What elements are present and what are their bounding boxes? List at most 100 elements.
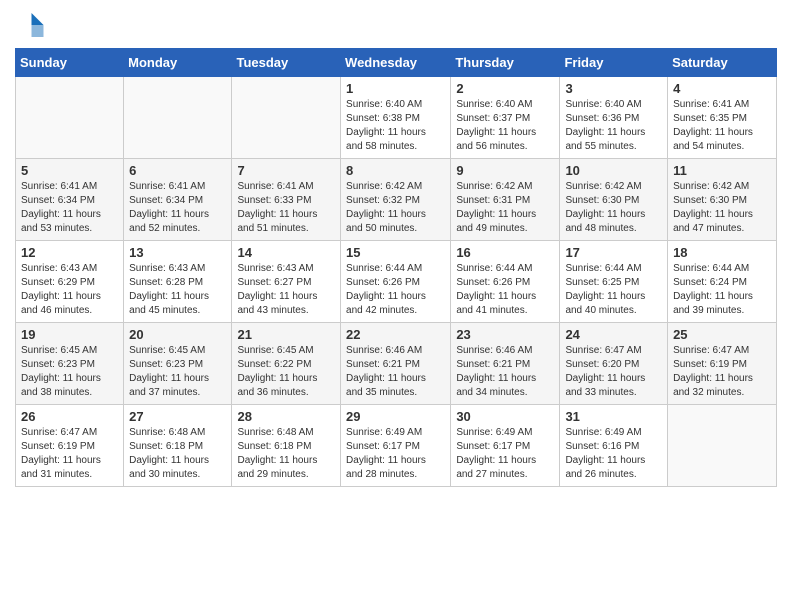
calendar-cell: 7 Sunrise: 6:41 AM Sunset: 6:33 PM Daylig… bbox=[232, 159, 341, 241]
calendar-cell: 5 Sunrise: 6:41 AM Sunset: 6:34 PM Daylig… bbox=[16, 159, 124, 241]
weekday-header-row: SundayMondayTuesdayWednesdayThursdayFrid… bbox=[16, 49, 777, 77]
day-info: Sunrise: 6:45 AM Sunset: 6:22 PM Dayligh… bbox=[237, 344, 335, 400]
logo bbox=[15, 10, 49, 40]
day-number: 10 bbox=[565, 163, 662, 178]
day-number: 7 bbox=[237, 163, 335, 178]
day-number: 17 bbox=[565, 245, 662, 260]
day-number: 26 bbox=[21, 409, 118, 424]
day-number: 5 bbox=[21, 163, 118, 178]
day-info: Sunrise: 6:49 AM Sunset: 6:16 PM Dayligh… bbox=[565, 426, 662, 482]
day-info: Sunrise: 6:46 AM Sunset: 6:21 PM Dayligh… bbox=[346, 344, 445, 400]
day-number: 1 bbox=[346, 81, 445, 96]
day-info: Sunrise: 6:42 AM Sunset: 6:32 PM Dayligh… bbox=[346, 180, 445, 236]
day-info: Sunrise: 6:48 AM Sunset: 6:18 PM Dayligh… bbox=[129, 426, 226, 482]
day-number: 19 bbox=[21, 327, 118, 342]
day-info: Sunrise: 6:41 AM Sunset: 6:33 PM Dayligh… bbox=[237, 180, 335, 236]
calendar-cell: 12 Sunrise: 6:43 AM Sunset: 6:29 PM Dayli… bbox=[16, 241, 124, 323]
day-info: Sunrise: 6:47 AM Sunset: 6:19 PM Dayligh… bbox=[21, 426, 118, 482]
week-row-5: 26 Sunrise: 6:47 AM Sunset: 6:19 PM Dayli… bbox=[16, 405, 777, 487]
calendar-cell bbox=[668, 405, 777, 487]
logo-icon bbox=[15, 10, 45, 40]
calendar-cell: 14 Sunrise: 6:43 AM Sunset: 6:27 PM Dayli… bbox=[232, 241, 341, 323]
day-info: Sunrise: 6:41 AM Sunset: 6:34 PM Dayligh… bbox=[21, 180, 118, 236]
calendar-cell: 25 Sunrise: 6:47 AM Sunset: 6:19 PM Dayli… bbox=[668, 323, 777, 405]
calendar-cell: 2Sunrise: 6:40 AM Sunset: 6:37 PM Daylig… bbox=[451, 77, 560, 159]
calendar-cell: 20Sunrise: 6:45 AM Sunset: 6:23 PM Dayli… bbox=[124, 323, 232, 405]
calendar-cell: 28 Sunrise: 6:48 AM Sunset: 6:18 PM Dayli… bbox=[232, 405, 341, 487]
day-number: 13 bbox=[129, 245, 226, 260]
day-info: Sunrise: 6:49 AM Sunset: 6:17 PM Dayligh… bbox=[346, 426, 445, 482]
day-number: 28 bbox=[237, 409, 335, 424]
calendar-cell: 8 Sunrise: 6:42 AM Sunset: 6:32 PM Daylig… bbox=[341, 159, 451, 241]
calendar-cell: 23Sunrise: 6:46 AM Sunset: 6:21 PM Dayli… bbox=[451, 323, 560, 405]
day-number: 24 bbox=[565, 327, 662, 342]
day-number: 18 bbox=[673, 245, 771, 260]
day-number: 22 bbox=[346, 327, 445, 342]
weekday-header-wednesday: Wednesday bbox=[341, 49, 451, 77]
calendar-cell: 17Sunrise: 6:44 AM Sunset: 6:25 PM Dayli… bbox=[560, 241, 668, 323]
calendar-cell: 10 Sunrise: 6:42 AM Sunset: 6:30 PM Dayli… bbox=[560, 159, 668, 241]
day-number: 9 bbox=[456, 163, 554, 178]
day-number: 16 bbox=[456, 245, 554, 260]
day-number: 21 bbox=[237, 327, 335, 342]
calendar-cell: 22 Sunrise: 6:46 AM Sunset: 6:21 PM Dayli… bbox=[341, 323, 451, 405]
calendar-cell: 1 Sunrise: 6:40 AM Sunset: 6:38 PM Daylig… bbox=[341, 77, 451, 159]
day-number: 31 bbox=[565, 409, 662, 424]
day-info: Sunrise: 6:45 AM Sunset: 6:23 PM Dayligh… bbox=[21, 344, 118, 400]
weekday-header-sunday: Sunday bbox=[16, 49, 124, 77]
calendar-cell: 26 Sunrise: 6:47 AM Sunset: 6:19 PM Dayli… bbox=[16, 405, 124, 487]
day-info: Sunrise: 6:42 AM Sunset: 6:30 PM Dayligh… bbox=[673, 180, 771, 236]
week-row-1: 1 Sunrise: 6:40 AM Sunset: 6:38 PM Daylig… bbox=[16, 77, 777, 159]
day-info: Sunrise: 6:47 AM Sunset: 6:20 PM Dayligh… bbox=[565, 344, 662, 400]
day-info: Sunrise: 6:40 AM Sunset: 6:38 PM Dayligh… bbox=[346, 98, 445, 154]
day-info: Sunrise: 6:42 AM Sunset: 6:30 PM Dayligh… bbox=[565, 180, 662, 236]
calendar-cell: 9Sunrise: 6:42 AM Sunset: 6:31 PM Daylig… bbox=[451, 159, 560, 241]
day-info: Sunrise: 6:43 AM Sunset: 6:29 PM Dayligh… bbox=[21, 262, 118, 318]
calendar-cell: 4 Sunrise: 6:41 AM Sunset: 6:35 PM Daylig… bbox=[668, 77, 777, 159]
calendar-cell: 16Sunrise: 6:44 AM Sunset: 6:26 PM Dayli… bbox=[451, 241, 560, 323]
day-number: 30 bbox=[456, 409, 554, 424]
week-row-4: 19 Sunrise: 6:45 AM Sunset: 6:23 PM Dayli… bbox=[16, 323, 777, 405]
week-row-2: 5 Sunrise: 6:41 AM Sunset: 6:34 PM Daylig… bbox=[16, 159, 777, 241]
header bbox=[15, 10, 777, 40]
day-number: 2 bbox=[456, 81, 554, 96]
day-info: Sunrise: 6:48 AM Sunset: 6:18 PM Dayligh… bbox=[237, 426, 335, 482]
day-number: 12 bbox=[21, 245, 118, 260]
calendar-cell bbox=[124, 77, 232, 159]
calendar-cell: 6Sunrise: 6:41 AM Sunset: 6:34 PM Daylig… bbox=[124, 159, 232, 241]
calendar-cell: 19 Sunrise: 6:45 AM Sunset: 6:23 PM Dayli… bbox=[16, 323, 124, 405]
calendar-cell bbox=[16, 77, 124, 159]
calendar-cell: 3 Sunrise: 6:40 AM Sunset: 6:36 PM Daylig… bbox=[560, 77, 668, 159]
day-number: 25 bbox=[673, 327, 771, 342]
day-info: Sunrise: 6:41 AM Sunset: 6:35 PM Dayligh… bbox=[673, 98, 771, 154]
weekday-header-thursday: Thursday bbox=[451, 49, 560, 77]
day-info: Sunrise: 6:49 AM Sunset: 6:17 PM Dayligh… bbox=[456, 426, 554, 482]
day-info: Sunrise: 6:43 AM Sunset: 6:28 PM Dayligh… bbox=[129, 262, 226, 318]
day-info: Sunrise: 6:43 AM Sunset: 6:27 PM Dayligh… bbox=[237, 262, 335, 318]
calendar-cell: 30 Sunrise: 6:49 AM Sunset: 6:17 PM Dayli… bbox=[451, 405, 560, 487]
day-number: 27 bbox=[129, 409, 226, 424]
day-number: 20 bbox=[129, 327, 226, 342]
calendar-cell: 29Sunrise: 6:49 AM Sunset: 6:17 PM Dayli… bbox=[341, 405, 451, 487]
day-info: Sunrise: 6:47 AM Sunset: 6:19 PM Dayligh… bbox=[673, 344, 771, 400]
day-number: 4 bbox=[673, 81, 771, 96]
day-number: 8 bbox=[346, 163, 445, 178]
day-number: 11 bbox=[673, 163, 771, 178]
calendar-cell: 13 Sunrise: 6:43 AM Sunset: 6:28 PM Dayli… bbox=[124, 241, 232, 323]
page-container: SundayMondayTuesdayWednesdayThursdayFrid… bbox=[0, 0, 792, 502]
calendar-cell: 24 Sunrise: 6:47 AM Sunset: 6:20 PM Dayli… bbox=[560, 323, 668, 405]
calendar-cell: 27 Sunrise: 6:48 AM Sunset: 6:18 PM Dayli… bbox=[124, 405, 232, 487]
day-number: 3 bbox=[565, 81, 662, 96]
weekday-header-tuesday: Tuesday bbox=[232, 49, 341, 77]
calendar-cell: 21 Sunrise: 6:45 AM Sunset: 6:22 PM Dayli… bbox=[232, 323, 341, 405]
weekday-header-saturday: Saturday bbox=[668, 49, 777, 77]
day-number: 6 bbox=[129, 163, 226, 178]
calendar-cell: 11 Sunrise: 6:42 AM Sunset: 6:30 PM Dayli… bbox=[668, 159, 777, 241]
calendar-cell: 31 Sunrise: 6:49 AM Sunset: 6:16 PM Dayli… bbox=[560, 405, 668, 487]
day-number: 14 bbox=[237, 245, 335, 260]
calendar-cell bbox=[232, 77, 341, 159]
day-info: Sunrise: 6:40 AM Sunset: 6:36 PM Dayligh… bbox=[565, 98, 662, 154]
day-info: Sunrise: 6:44 AM Sunset: 6:26 PM Dayligh… bbox=[346, 262, 445, 318]
calendar-table: SundayMondayTuesdayWednesdayThursdayFrid… bbox=[15, 48, 777, 487]
weekday-header-monday: Monday bbox=[124, 49, 232, 77]
